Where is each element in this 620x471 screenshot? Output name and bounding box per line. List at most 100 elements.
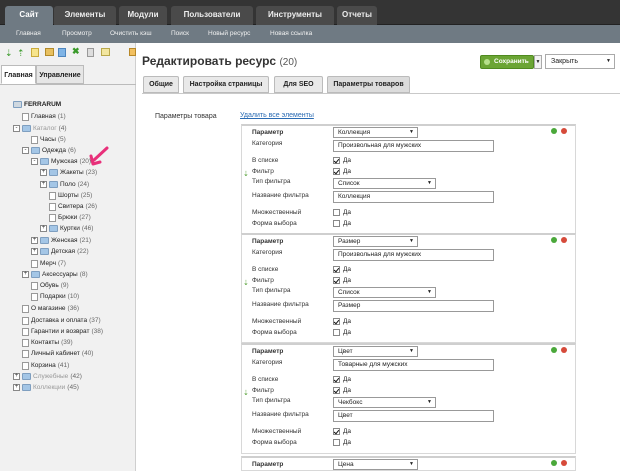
filter-type-select[interactable]: Список ▼ [333,287,436,298]
add-param-icon[interactable] [551,347,557,353]
collapse-icon[interactable]: - [13,125,20,132]
collapse-icon[interactable]: - [31,158,38,165]
expand-icon[interactable]: + [13,373,20,380]
top-tab-0[interactable]: Сайт [5,6,53,25]
top-tab-4[interactable]: Инструменты [256,6,334,25]
collapse-icon[interactable]: - [22,147,29,154]
filter-name-input[interactable]: Цвет [333,410,494,422]
new-document-icon[interactable] [31,48,39,57]
expand-icon[interactable]: + [31,248,38,255]
sub-link-5[interactable]: Новая ссылка [270,30,312,37]
checkbox-icon[interactable] [333,157,340,164]
tree-item[interactable]: + Жакеты (23) [40,168,97,177]
tree-item[interactable]: Часы (5) [22,135,66,144]
tree-item[interactable]: + Коллекции (45) [13,383,79,392]
sub-link-2[interactable]: Очистить кэш [110,30,152,37]
add-param-icon[interactable] [551,237,557,243]
filter-checkbox[interactable]: Да [333,168,351,175]
tree-item[interactable]: + Поло (24) [40,180,89,189]
category-input[interactable]: Произвольная для мужских [333,249,494,261]
tab-page-settings[interactable]: Настройка страницы [183,76,269,93]
side-tab-manage[interactable]: Управление [36,65,84,84]
checkbox-icon[interactable] [333,387,340,394]
arrow-up-icon[interactable]: ⇡ [17,49,25,58]
expand-icon[interactable]: + [40,225,47,232]
category-input[interactable]: Товарные для мужских [333,359,494,371]
link-icon[interactable] [58,48,66,57]
filter-type-select[interactable]: Чекбокс ▼ [333,397,436,408]
tree-item[interactable]: FERRARUM [4,100,61,109]
tree-item[interactable]: - Каталог (4) [13,124,67,133]
arrow-down-icon[interactable]: ⇣ [5,49,13,58]
tree-item[interactable]: О магазине (36) [13,304,79,313]
tree-item[interactable]: + Куртки (46) [40,224,93,233]
tree-item[interactable]: - Одежда (6) [22,146,76,155]
multiple-checkbox[interactable]: Да [333,318,351,325]
checkbox-icon[interactable] [333,220,340,227]
expand-icon[interactable]: + [40,181,47,188]
save-dropdown-button[interactable]: ▼ [534,55,542,69]
checkbox-icon[interactable] [333,209,340,216]
checkbox-icon[interactable] [333,277,340,284]
checkbox-icon[interactable] [333,168,340,175]
tree-item[interactable]: Обувь (9) [22,281,69,290]
drag-handle-icon[interactable]: ⇣ [243,390,249,397]
expand-icon[interactable]: + [40,169,47,176]
expand-icon[interactable]: + [13,384,20,391]
expand-icon[interactable]: + [22,271,29,278]
param-select[interactable]: Размер ▼ [333,236,418,247]
filter-name-input[interactable]: Коллекция [333,191,494,203]
tree-item[interactable]: Главная (1) [13,112,66,121]
top-tab-3[interactable]: Пользователи [171,6,253,25]
delete-all-link[interactable]: Удалить все элементы [240,112,314,119]
tree-item[interactable]: + Женская (21) [31,236,91,245]
param-select[interactable]: Цена ▼ [333,459,418,470]
add-param-icon[interactable] [551,460,557,466]
tree-item[interactable]: Мерч (7) [22,259,66,268]
refresh-icon[interactable]: ✖ [72,47,80,56]
drag-handle-icon[interactable]: ⇣ [243,280,249,287]
add-param-icon[interactable] [551,128,557,134]
multiple-checkbox[interactable]: Да [333,428,351,435]
checkbox-icon[interactable] [333,318,340,325]
tab-product-params[interactable]: Параметры товаров [327,76,410,93]
choice-form-checkbox[interactable]: Да [333,329,351,336]
checkbox-icon[interactable] [333,266,340,273]
expand-icon[interactable]: + [31,237,38,244]
tab-seo[interactable]: Для SEO [274,76,323,93]
tree-item[interactable]: Корзина (41) [13,361,69,370]
side-tab-home[interactable]: Главная [1,65,36,84]
settings-icon[interactable] [129,48,136,56]
remove-param-icon[interactable] [561,237,567,243]
filter-name-input[interactable]: Размер [333,300,494,312]
filter-checkbox[interactable]: Да [333,277,351,284]
tree-item[interactable]: + Служебные (42) [13,372,82,381]
sort-icon[interactable] [101,48,110,56]
tree-item[interactable]: Свитера (26) [40,202,97,211]
sub-link-4[interactable]: Новый ресурс [208,30,250,37]
tree-item[interactable]: + Детская (22) [31,247,89,256]
tree-item[interactable]: Брюки (27) [40,213,91,222]
top-tab-2[interactable]: Модули [119,6,167,25]
sub-link-1[interactable]: Просмотр [62,30,92,37]
tree-item[interactable]: Контакты (39) [13,338,73,347]
drag-handle-icon[interactable]: ⇣ [243,171,249,178]
param-select[interactable]: Коллекция ▼ [333,127,418,138]
tree-item[interactable]: Подарки (10) [22,292,79,301]
in-list-checkbox[interactable]: Да [333,157,351,164]
remove-param-icon[interactable] [561,460,567,466]
checkbox-icon[interactable] [333,376,340,383]
top-tab-1[interactable]: Элементы [54,6,116,25]
choice-form-checkbox[interactable]: Да [333,439,351,446]
tree-item[interactable]: Шорты (25) [40,191,92,200]
sub-link-3[interactable]: Поиск [171,30,189,37]
tab-general[interactable]: Общие [143,76,179,93]
tree-item[interactable]: Гарантии и возврат (38) [13,327,103,336]
filter-type-select[interactable]: Список ▼ [333,178,436,189]
tree-item[interactable]: Личный кабинет (40) [13,349,93,358]
remove-param-icon[interactable] [561,347,567,353]
tree-item[interactable]: + Аксессуары (8) [22,270,88,279]
tree-item[interactable]: Доставка и оплата (37) [13,316,101,325]
choice-form-checkbox[interactable]: Да [333,220,351,227]
filter-checkbox[interactable]: Да [333,387,351,394]
